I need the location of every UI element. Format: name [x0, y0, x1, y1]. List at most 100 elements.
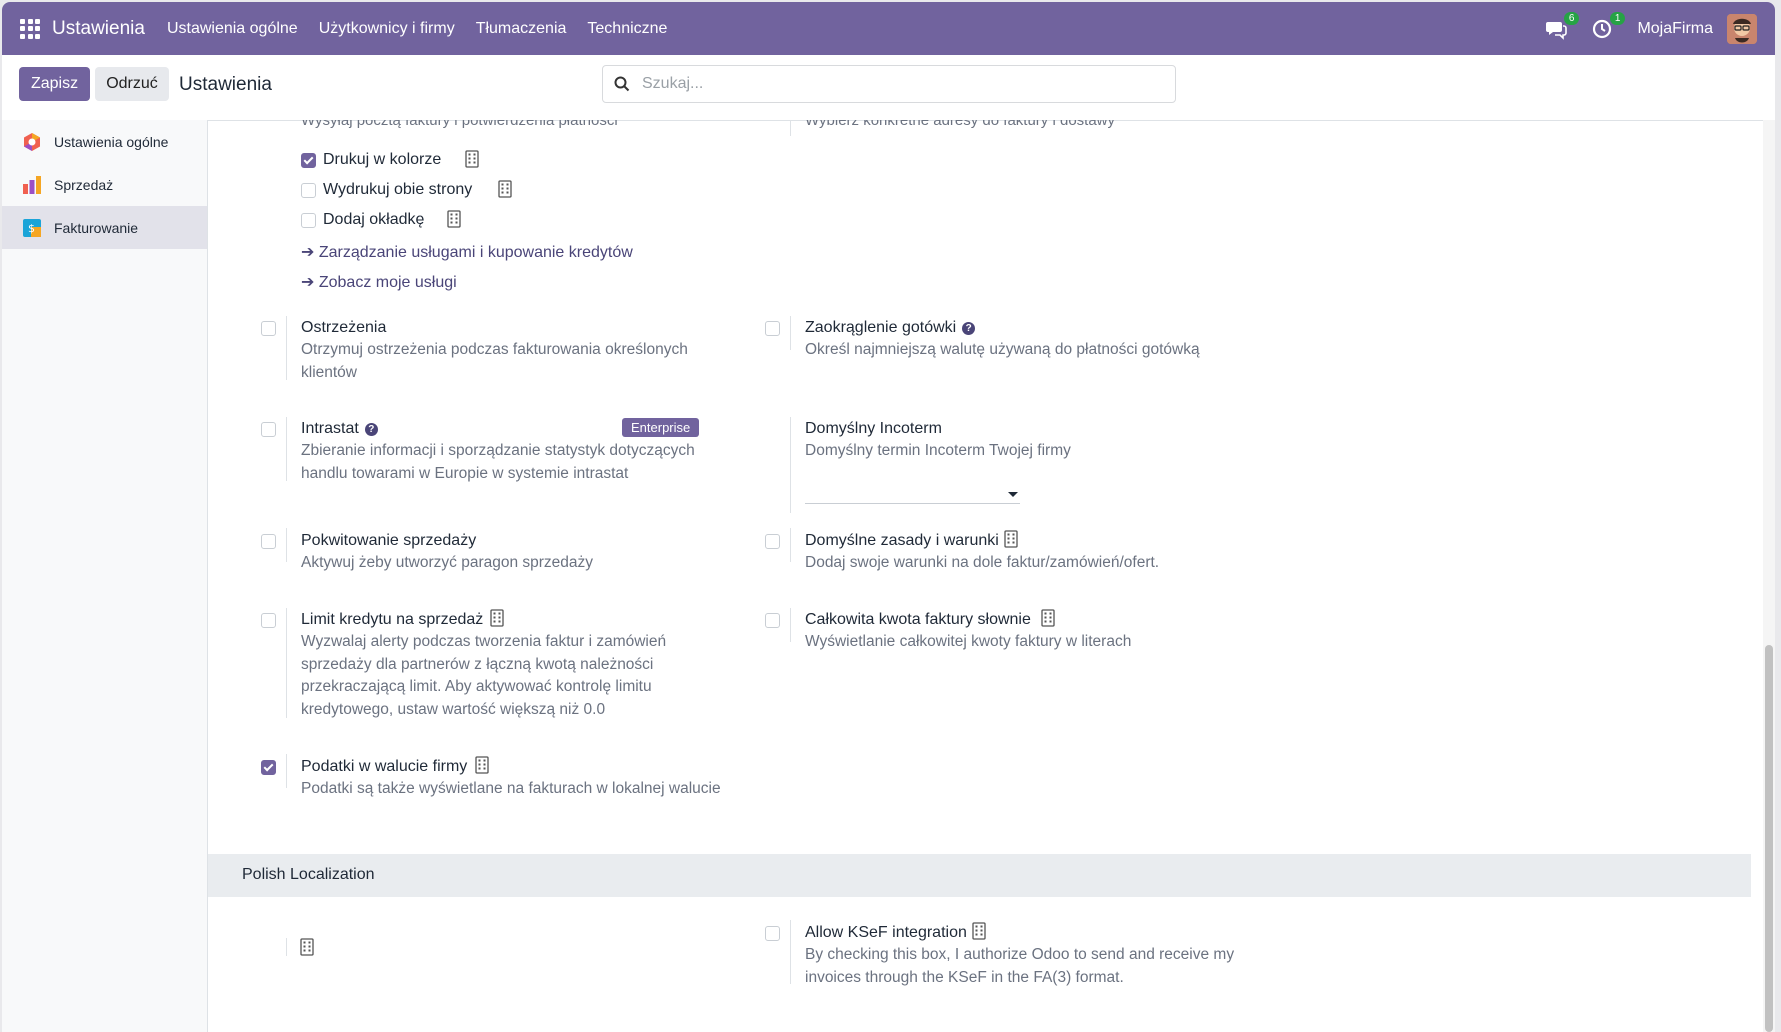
company-building-icon [475, 756, 489, 774]
content-scrollbar[interactable] [1763, 120, 1775, 1032]
clipped-description-right: Wybierz konkretne adresy do faktury i do… [805, 120, 1115, 129]
taxes-currency-description: Podatki są także wyświetlane na fakturac… [301, 780, 721, 797]
amount-words-description: Wyświetlanie całkowitej kwoty faktury w … [805, 633, 1132, 650]
divider [286, 938, 287, 956]
intrastat-description: Zbieranie informacji i sporządzanie stat… [301, 442, 695, 482]
arrow-right-icon: ➔ [301, 274, 319, 291]
company-building-icon [300, 938, 314, 956]
search-input[interactable] [640, 74, 1144, 94]
divider [286, 608, 287, 718]
enterprise-badge[interactable]: Enterprise [622, 418, 700, 437]
svg-text:$: $ [28, 222, 35, 235]
terms-checkbox[interactable] [765, 534, 780, 549]
divider [790, 920, 791, 984]
warnings-checkbox[interactable] [261, 321, 276, 336]
messaging-icon[interactable]: 6 [1545, 11, 1580, 40]
ksef-description: By checking this box, I authorize Odoo t… [805, 946, 1235, 986]
settings-sidebar: Ustawienia ogólne Sprzedaż $ Fakturowani… [2, 120, 208, 1032]
divider [286, 316, 287, 380]
company-building-icon [972, 922, 986, 940]
sidebar-item-sales[interactable]: Sprzedaż [2, 163, 207, 206]
clipped-description-left: Wysyłaj pocztą faktury i potwierdzenia p… [301, 120, 618, 129]
activity-clock-icon[interactable]: 1 [1591, 11, 1626, 40]
terms-description: Dodaj swoje warunki na dole faktur/zamów… [805, 554, 1160, 571]
divider [286, 417, 287, 481]
amount-words-title: Całkowita kwota faktury słownie [805, 611, 1031, 628]
arrow-right-icon: ➔ [301, 244, 319, 261]
sale-receipt-description: Aktywuj żeby utworzyć paragon sprzedaży [301, 554, 594, 571]
intrastat-checkbox[interactable] [261, 422, 276, 437]
apps-menu-icon[interactable] [20, 18, 40, 39]
sale-receipt-title: Pokwitowanie sprzedaży [301, 532, 477, 549]
sidebar-item-label: Ustawienia ogólne [54, 133, 169, 150]
credit-limit-checkbox[interactable] [261, 613, 276, 628]
messages-count-badge: 6 [1563, 11, 1580, 25]
incoterm-description: Domyślny termin Incoterm Twojej firmy [805, 442, 1071, 459]
divider [790, 316, 791, 350]
sidebar-item-label: Fakturowanie [54, 219, 139, 236]
company-switcher[interactable]: MojaFirma [1637, 20, 1713, 38]
control-panel: Zapisz Odrzuć Ustawienia [2, 55, 1775, 121]
divider [790, 120, 791, 136]
section-title: Polish Localization [242, 866, 375, 883]
menu-general-settings[interactable]: Ustawienia ogólne [167, 20, 298, 38]
menu-technical[interactable]: Techniczne [587, 20, 667, 38]
manage-services-link[interactable]: ➔ Zarządzanie usługami i kupowanie kredy… [301, 242, 633, 262]
terms-title: Domyślne zasady i warunki [805, 532, 999, 549]
app-window: Ustawienia Ustawienia ogólne Użytkownicy… [2, 2, 1775, 1032]
cash-rounding-checkbox[interactable] [765, 321, 780, 336]
company-building-icon [465, 150, 479, 168]
company-building-icon [498, 180, 512, 198]
divider [286, 754, 287, 788]
intrastat-title: Intrastat? [301, 420, 378, 438]
company-building-icon [1041, 609, 1055, 627]
ksef-checkbox[interactable] [765, 926, 780, 941]
menu-users-companies[interactable]: Użytkownicy i firmy [319, 20, 455, 38]
divider [790, 608, 791, 642]
settings-content: Wysyłaj pocztą faktury i potwierdzenia p… [208, 120, 1763, 1032]
incoterm-select[interactable] [805, 475, 1020, 504]
amount-words-checkbox[interactable] [765, 613, 780, 628]
app-brand[interactable]: Ustawienia [52, 18, 145, 40]
help-icon[interactable]: ? [962, 322, 976, 335]
scrollbar-thumb[interactable] [1765, 645, 1773, 1032]
discard-button[interactable]: Odrzuć [95, 67, 169, 101]
company-building-icon [1004, 530, 1018, 548]
divider [790, 417, 791, 513]
save-button[interactable]: Zapisz [19, 67, 90, 101]
taxes-currency-title: Podatki w walucie firmy [301, 758, 468, 775]
menu-translations[interactable]: Tłumaczenia [476, 20, 567, 38]
warnings-title: Ostrzeżenia [301, 319, 387, 336]
credit-limit-title: Limit kredytu na sprzedaż [301, 611, 484, 628]
help-icon[interactable]: ? [364, 423, 378, 436]
company-building-icon [490, 609, 504, 627]
incoterm-title: Domyślny Incoterm [805, 420, 942, 437]
sales-app-icon [23, 175, 41, 194]
section-header-polish-localization: Polish Localization [208, 854, 1751, 897]
my-services-link[interactable]: ➔ Zobacz moje usługi [301, 272, 457, 292]
warnings-description: Otrzymuj ostrzeżenia podczas fakturowani… [301, 341, 688, 381]
divider [286, 528, 287, 562]
add-cover-checkbox[interactable] [301, 213, 316, 228]
sale-receipt-checkbox[interactable] [261, 534, 276, 549]
sidebar-item-invoicing[interactable]: $ Fakturowanie [2, 206, 207, 249]
general-settings-app-icon [24, 132, 40, 151]
taxes-currency-checkbox[interactable] [261, 760, 276, 775]
print-color-label: Drukuj w kolorze [323, 151, 442, 168]
sidebar-item-label: Sprzedaż [54, 176, 114, 193]
cash-rounding-description: Określ najmniejszą walutę używaną do pła… [805, 341, 1200, 358]
systray: 6 1 MojaFirma [1545, 2, 1757, 55]
print-both-sides-checkbox[interactable] [301, 183, 316, 198]
chevron-down-icon [1008, 492, 1018, 497]
print-both-sides-label: Wydrukuj obie strony [323, 181, 473, 198]
ksef-title: Allow KSeF integration [805, 924, 967, 941]
print-color-checkbox[interactable] [301, 153, 316, 168]
add-cover-label: Dodaj okładkę [323, 211, 425, 228]
page-title: Ustawienia [179, 74, 272, 95]
sidebar-item-general-settings[interactable]: Ustawienia ogólne [2, 120, 207, 163]
search-icon [614, 76, 630, 92]
top-navbar: Ustawienia Ustawienia ogólne Użytkownicy… [2, 2, 1775, 55]
user-avatar[interactable] [1727, 13, 1757, 44]
activities-count-badge: 1 [1609, 11, 1626, 25]
divider [790, 528, 791, 562]
